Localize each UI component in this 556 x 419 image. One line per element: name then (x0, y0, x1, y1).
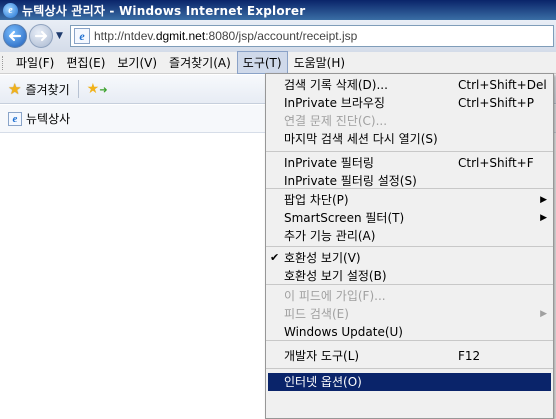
ie-logo-icon: e (3, 2, 18, 18)
menu-help[interactable]: 도움말(H) (288, 51, 352, 74)
reopen-last-session-item[interactable]: 마지막 검색 세션 다시 열기(S) (266, 130, 553, 148)
window-title: 뉴텍상사 관리자 - Windows Internet Explorer (22, 3, 306, 18)
smartscreen-filter-item[interactable]: SmartScreen 필터(T) ▶ (266, 209, 553, 227)
favorites-separator (77, 80, 79, 98)
internet-options-item[interactable]: 인터넷 옵션(O) (268, 373, 551, 391)
inprivate-filtering-item[interactable]: InPrivate 필터링 Ctrl+Shift+F (266, 154, 553, 172)
menu-favorites[interactable]: 즐겨찾기(A) (163, 51, 237, 74)
popup-blocker-item[interactable]: 팝업 차단(P) ▶ (266, 191, 553, 209)
add-arrow-icon: ➜ (99, 85, 108, 96)
toolbar-grip[interactable] (2, 55, 5, 70)
tools-menu-group: InPrivate 필터링 Ctrl+Shift+F InPrivate 필터링… (266, 152, 553, 189)
favorites-button[interactable]: ★ 즐겨찾기 (8, 80, 70, 98)
shortcut-label: Ctrl+Shift+Del (458, 78, 547, 92)
subscribe-feed-item: 이 피드에 가입(F)... (284, 289, 386, 303)
address-bar[interactable]: e http://ntdev.dgmit.net:8080/jsp/accoun… (70, 25, 554, 47)
manage-addons-item[interactable]: 추가 기능 관리(A) (266, 227, 553, 245)
window-title-bar: e 뉴텍상사 관리자 - Windows Internet Explorer (0, 0, 556, 20)
submenu-arrow-icon: ▶ (540, 309, 547, 319)
menu-tools[interactable]: 도구(T) (236, 51, 288, 74)
tools-menu: 검색 기록 삭제(D)... Ctrl+Shift+Del InPrivate … (265, 73, 554, 419)
tab-title[interactable]: 뉴텍상사 (26, 110, 70, 127)
tools-menu-group: 팝업 차단(P) ▶ SmartScreen 필터(T) ▶ 추가 기능 관리(… (266, 189, 553, 247)
windows-update-item[interactable]: Windows Update(U) (266, 323, 553, 341)
menu-bar: 파일(F) 편집(E) 보기(V) 즐겨찾기(A) 도구(T) 도움말(H) (0, 51, 556, 74)
delete-browsing-history-item[interactable]: 검색 기록 삭제(D)... Ctrl+Shift+Del (266, 76, 553, 94)
diagnose-connection-item: 연결 문제 진단(C)... (284, 114, 388, 128)
forward-arrow-icon (34, 30, 48, 42)
page-icon: e (74, 28, 90, 44)
tools-menu-group: 검색 기록 삭제(D)... Ctrl+Shift+Del InPrivate … (266, 74, 553, 152)
inprivate-filtering-settings-item[interactable]: InPrivate 필터링 설정(S) (266, 172, 553, 190)
submenu-arrow-icon: ▶ (540, 195, 547, 205)
favorites-label: 즐겨찾기 (25, 82, 70, 97)
tools-menu-group: 개발자 도구(L) F12 (266, 341, 553, 369)
tools-menu-group: 이 피드에 가입(F)... 피드 검색(E) ▶ Windows Update… (266, 285, 553, 341)
inprivate-browsing-item[interactable]: InPrivate 브라우징 Ctrl+Shift+P (266, 94, 553, 112)
add-favorite-star-icon: ★ (86, 81, 100, 97)
star-icon: ★ (8, 80, 22, 98)
compatibility-view-item[interactable]: ✔ 호환성 보기(V) (266, 249, 553, 267)
menu-file[interactable]: 파일(F) (10, 51, 60, 74)
address-url[interactable]: http://ntdev.dgmit.net:8080/jsp/account/… (94, 29, 357, 43)
feed-discovery-item: 피드 검색(E) ▶ (284, 307, 547, 321)
shortcut-label: Ctrl+Shift+P (458, 96, 534, 110)
tools-menu-group: 인터넷 옵션(O) (266, 369, 553, 393)
add-to-favorites-bar-button[interactable]: ★➜ (87, 81, 108, 97)
shortcut-label: F12 (458, 349, 481, 363)
developer-tools-item[interactable]: 개발자 도구(L) F12 (266, 347, 553, 365)
tab-page-icon: e (8, 111, 22, 126)
submenu-arrow-icon: ▶ (540, 213, 547, 223)
compatibility-view-settings-item[interactable]: 호환성 보기 설정(B) (266, 267, 553, 285)
menu-view[interactable]: 보기(V) (111, 51, 163, 74)
shortcut-label: Ctrl+Shift+F (458, 156, 534, 170)
back-arrow-icon (8, 30, 22, 42)
forward-button[interactable] (29, 24, 53, 48)
menu-edit[interactable]: 편집(E) (60, 51, 111, 74)
checkmark-icon: ✔ (270, 251, 280, 264)
navigation-bar: ▼ e http://ntdev.dgmit.net:8080/jsp/acco… (0, 20, 556, 52)
tools-menu-group: ✔ 호환성 보기(V) 호환성 보기 설정(B) (266, 247, 553, 285)
recent-pages-dropdown-icon[interactable]: ▼ (56, 31, 68, 41)
back-button[interactable] (3, 24, 27, 48)
